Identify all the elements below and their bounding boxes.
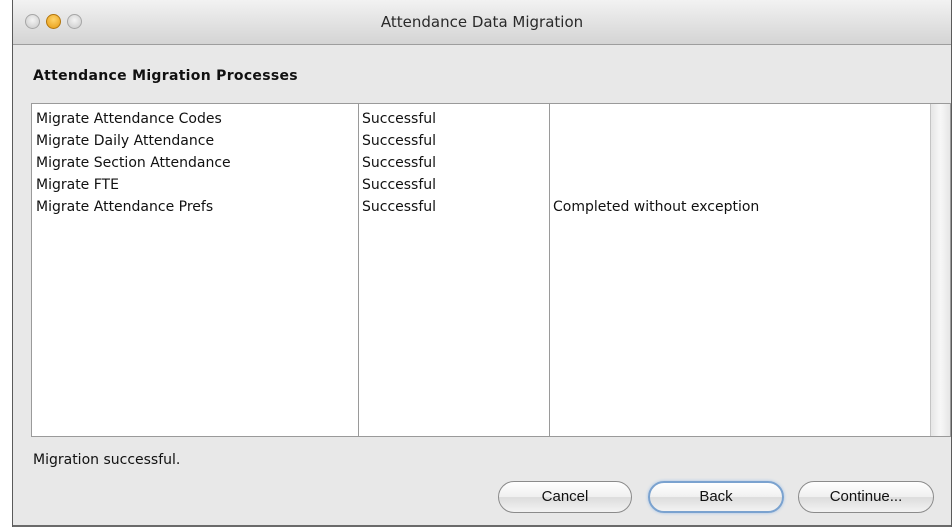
continue-button[interactable]: Continue...	[798, 481, 934, 513]
section-heading: Attendance Migration Processes	[33, 68, 298, 84]
table-row[interactable]: Migrate Daily Attendance Successful	[32, 130, 932, 152]
process-name-cell: Migrate Daily Attendance	[36, 133, 215, 149]
status-text: Migration successful.	[33, 452, 181, 468]
result-cell: Successful	[362, 177, 437, 193]
result-cell: Successful	[362, 155, 437, 171]
back-button[interactable]: Back	[648, 481, 784, 513]
process-name-cell: Migrate Attendance Codes	[36, 111, 222, 127]
result-cell: Successful	[362, 199, 437, 215]
migration-process-table: Migrate Attendance Codes Successful Migr…	[31, 103, 951, 437]
table-row[interactable]: Migrate Attendance Prefs Successful Comp…	[32, 196, 932, 218]
message-cell: Completed without exception	[553, 199, 760, 215]
table-row[interactable]: Migrate Attendance Codes Successful	[32, 108, 932, 130]
window-title: Attendance Data Migration	[380, 13, 584, 31]
result-cell: Successful	[362, 111, 437, 127]
table-row[interactable]: Migrate Section Attendance Successful	[32, 152, 932, 174]
result-cell: Successful	[362, 133, 437, 149]
cancel-button[interactable]: Cancel	[498, 481, 632, 513]
table-row[interactable]: Migrate FTE Successful	[32, 174, 932, 196]
process-name-cell: Migrate FTE	[36, 177, 119, 193]
title-bar[interactable]: Attendance Data Migration	[13, 0, 951, 45]
migration-window: Attendance Data Migration Attendance Mig…	[12, 0, 952, 527]
vertical-scrollbar[interactable]	[930, 104, 950, 436]
process-name-cell: Migrate Section Attendance	[36, 155, 231, 171]
process-name-cell: Migrate Attendance Prefs	[36, 199, 214, 215]
